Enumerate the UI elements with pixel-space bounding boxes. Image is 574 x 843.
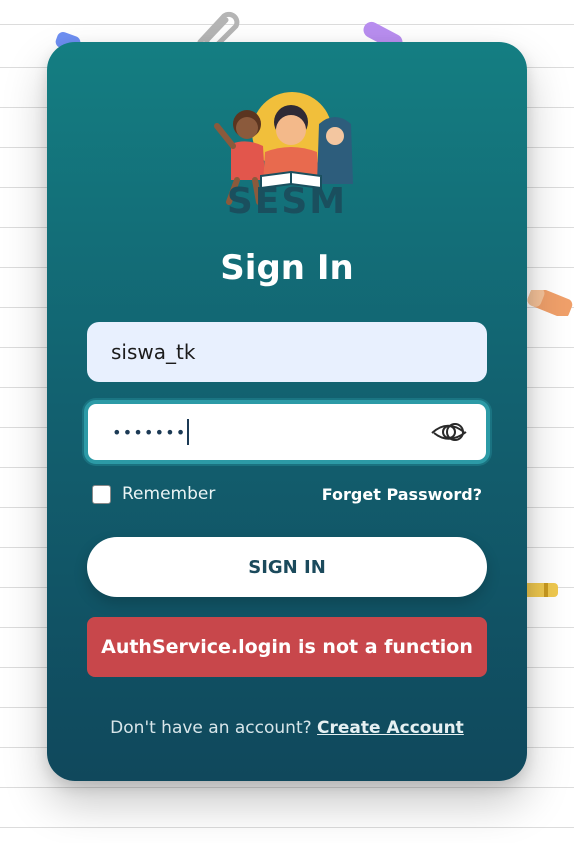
orange-eraser-decoration	[527, 290, 573, 316]
logo-text: SESM	[226, 181, 348, 222]
remember-label: Remember	[122, 484, 216, 504]
forget-password-link[interactable]: Forget Password?	[322, 485, 482, 504]
remember-checkbox[interactable]	[92, 485, 111, 504]
sign-in-card: SESM Sign In siswa_tk ••••••• Remember F…	[47, 42, 527, 781]
password-value: •••••••	[112, 422, 187, 442]
footer-prompt: Don't have an account?	[110, 718, 312, 738]
create-account-link[interactable]: Create Account	[317, 718, 464, 738]
remember-row: Remember Forget Password?	[92, 482, 482, 508]
text-caret	[187, 419, 190, 445]
eye-icon[interactable]	[430, 419, 468, 445]
footer: Don't have an account? Create Account	[47, 718, 527, 738]
password-field[interactable]: •••••••	[84, 400, 490, 464]
yellow-pencil-decoration	[522, 583, 558, 597]
username-field[interactable]: siswa_tk	[87, 322, 487, 382]
sign-in-button[interactable]: SIGN IN	[87, 537, 487, 597]
username-value: siswa_tk	[111, 340, 196, 364]
page-title: Sign In	[220, 248, 354, 288]
error-message: AuthService.login is not a function	[87, 617, 487, 677]
